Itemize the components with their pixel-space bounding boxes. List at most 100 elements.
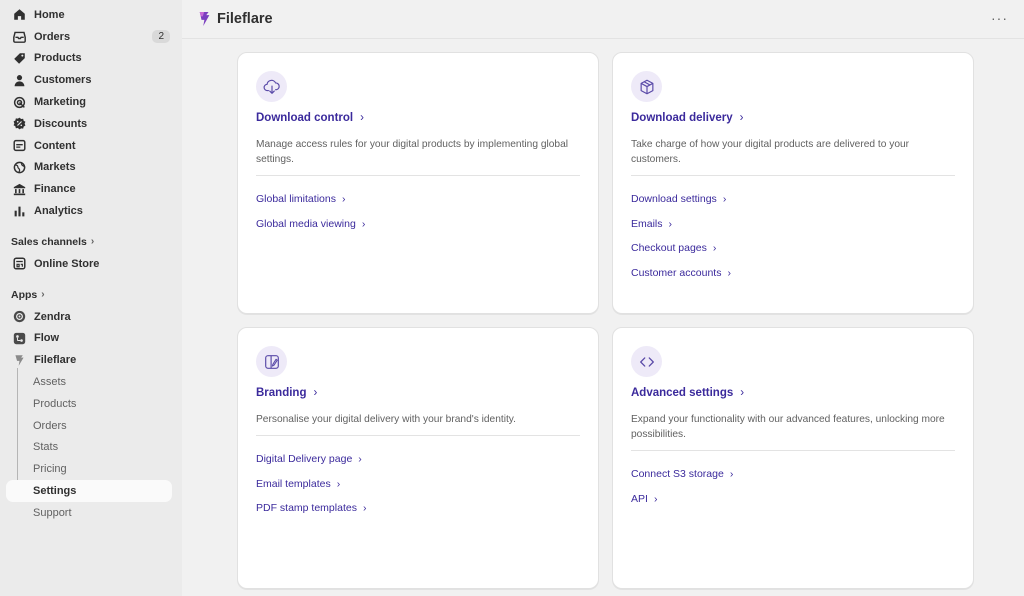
sidebar-item-label: Discounts (34, 117, 88, 130)
sidebar-subitem-orders[interactable]: Orders (6, 415, 172, 437)
sidebar-item-label: Orders (34, 30, 71, 43)
chevron-right-icon: › (729, 468, 734, 480)
sidebar-item-discounts[interactable]: Discounts (6, 113, 174, 135)
checkout-pages-link[interactable]: Checkout pages › (631, 242, 731, 267)
sidebar-item-markets[interactable]: Markets (6, 157, 174, 179)
sidebar-item-customers[interactable]: Customers (6, 69, 174, 91)
sidebar-item-label: Markets (34, 161, 76, 174)
sidebar-item-orders[interactable]: Orders 2 (6, 26, 174, 48)
more-actions-icon[interactable]: ··· (991, 10, 1008, 26)
sidebar-item-label: Customers (34, 74, 92, 87)
sidebar-item-content[interactable]: Content (6, 135, 174, 157)
sidebar-subitem-pricing[interactable]: Pricing (6, 458, 172, 480)
subitem-label: Settings (33, 485, 77, 498)
emails-link[interactable]: Emails › (631, 218, 731, 243)
pdf-stamp-templates-link[interactable]: PDF stamp templates › (256, 502, 366, 527)
sidebar-item-analytics[interactable]: Analytics (6, 200, 174, 222)
flow-app-icon (12, 331, 26, 345)
digital-delivery-page-link[interactable]: Digital Delivery page › (256, 453, 366, 478)
apps-section[interactable]: Apps › (11, 287, 182, 303)
chevron-right-icon: › (653, 492, 658, 505)
card-divider (256, 435, 580, 436)
branding-title-link[interactable]: Branding › (256, 387, 317, 399)
chevron-right-icon: › (727, 266, 731, 279)
link-text: Customer accounts (631, 266, 722, 279)
download-control-title-link[interactable]: Download control › (256, 112, 364, 124)
sales-channels-section[interactable]: Sales channels › (11, 234, 182, 250)
sidebar-item-finance[interactable]: Finance (6, 178, 174, 200)
download-control-description: Manage access rules for your digital pro… (256, 139, 569, 165)
sidebar-item-marketing[interactable]: Marketing (6, 91, 174, 113)
tag-icon (12, 51, 26, 65)
sales-channels-label: Sales channels (11, 235, 87, 248)
sidebar-item-label: Zendra (34, 310, 71, 323)
global-media-viewing-link[interactable]: Global media viewing › (256, 218, 365, 243)
api-link[interactable]: API › (631, 493, 733, 518)
advanced-settings-card: Advanced settings › Expand your functiona… (612, 327, 974, 589)
sidebar-subitem-products[interactable]: Products (6, 393, 172, 415)
chevron-right-icon: › (362, 502, 367, 514)
download-delivery-description: Take charge of how your digital products… (631, 139, 910, 165)
card-title-text: Download delivery (631, 112, 733, 124)
branding-card: Branding › Personalise your digital deliv… (237, 327, 599, 589)
bank-icon (12, 182, 26, 196)
download-delivery-title-link[interactable]: Download delivery › (631, 112, 743, 124)
link-text: Checkout pages (631, 242, 707, 254)
advanced-settings-title-link[interactable]: Advanced settings › (631, 387, 744, 399)
link-text: Global limitations (256, 193, 336, 205)
sidebar-subitem-assets[interactable]: Assets (6, 371, 172, 393)
chevron-right-icon: › (41, 289, 45, 301)
cloud-download-icon (256, 71, 287, 102)
advanced-settings-description: Expand your functionality with our advan… (631, 414, 945, 440)
download-delivery-card: Download delivery › Take charge of how yo… (612, 52, 974, 314)
subitem-label: Pricing (33, 463, 67, 476)
link-text: Download settings (631, 193, 717, 205)
global-limitations-link[interactable]: Global limitations › (256, 193, 365, 218)
link-text: Email templates (256, 477, 331, 490)
sidebar-subitem-support[interactable]: Support (6, 502, 172, 524)
chevron-right-icon: › (722, 193, 727, 205)
branding-description: Personalise your digital delivery with y… (256, 414, 516, 425)
sidebar-item-zendra[interactable]: Zendra (6, 306, 174, 328)
app-header: Fileflare ··· (182, 0, 1024, 39)
sidebar-item-label: Analytics (34, 205, 83, 218)
subitem-label: Orders (33, 419, 67, 432)
sidebar-subitem-stats[interactable]: Stats (6, 437, 172, 459)
download-settings-link[interactable]: Download settings › (631, 193, 731, 218)
link-text: Emails (631, 217, 663, 230)
sidebar-item-label: Online Store (34, 257, 100, 270)
sidebar-item-fileflare[interactable]: Fileflare (6, 349, 174, 371)
chevron-right-icon: › (712, 242, 717, 254)
store-icon (12, 257, 26, 271)
link-text: API (631, 492, 648, 505)
sidebar-item-label: Products (34, 52, 82, 65)
apps-label: Apps (11, 288, 38, 301)
link-text: Global media viewing (256, 217, 356, 230)
zendra-app-icon (12, 310, 26, 324)
sidebar-subitem-settings[interactable]: Settings (6, 480, 172, 502)
sidebar: Home Orders 2 Products Customers Marketi… (0, 0, 182, 596)
sidebar-item-label: Content (34, 139, 76, 152)
chevron-right-icon: › (341, 193, 346, 205)
branding-links: Digital Delivery page › Email templates › … (256, 453, 366, 527)
download-control-card: Download control › Manage access rules fo… (237, 52, 599, 314)
subitem-label: Stats (33, 441, 59, 454)
sidebar-item-label: Finance (34, 183, 76, 196)
code-icon (631, 346, 662, 377)
home-icon (12, 8, 26, 22)
email-templates-link[interactable]: Email templates › (256, 478, 366, 503)
sidebar-item-flow[interactable]: Flow (6, 328, 174, 350)
link-text: PDF stamp templates (256, 502, 357, 514)
person-icon (12, 73, 26, 87)
sidebar-item-home[interactable]: Home (6, 4, 174, 26)
orders-count-badge: 2 (152, 30, 170, 44)
sidebar-item-products[interactable]: Products (6, 48, 174, 70)
inbox-icon (12, 30, 26, 44)
target-icon (12, 95, 26, 109)
bar-chart-icon (12, 204, 26, 218)
connect-s3-storage-link[interactable]: Connect S3 storage › (631, 468, 733, 493)
sidebar-item-label: Flow (34, 332, 60, 345)
chevron-right-icon: › (313, 387, 318, 399)
sidebar-item-online-store[interactable]: Online Store (6, 253, 174, 275)
customer-accounts-link[interactable]: Customer accounts › (631, 267, 731, 292)
